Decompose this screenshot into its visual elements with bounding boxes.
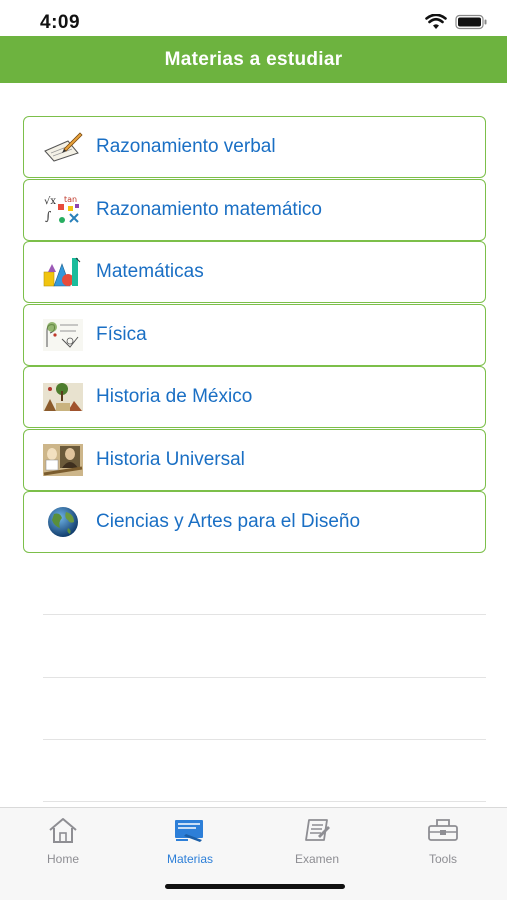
empty-row-separator xyxy=(43,801,486,802)
svg-text:√x: √x xyxy=(44,196,56,207)
subject-label: Física xyxy=(96,323,147,345)
subject-list: Razonamiento verbal √x ∫ tan Razonamient… xyxy=(23,116,486,554)
tab-label: Tools xyxy=(428,852,457,866)
empty-row-separator xyxy=(43,677,486,678)
subject-label: Historia de México xyxy=(96,386,253,407)
svg-text:∫: ∫ xyxy=(45,209,52,223)
pen-paper-icon xyxy=(42,129,84,165)
subject-row-razonamiento-verbal[interactable]: Razonamiento verbal xyxy=(23,116,486,178)
svg-text:tan: tan xyxy=(64,195,77,204)
subject-row-matematicas[interactable]: Matemáticas xyxy=(23,241,486,303)
home-icon xyxy=(46,816,80,849)
subject-label: Matemáticas xyxy=(96,261,204,282)
tab-materias[interactable]: Materias xyxy=(135,816,245,866)
materias-icon xyxy=(172,816,208,849)
subject-label: Razonamiento matemático xyxy=(96,198,322,220)
tab-tools[interactable]: Tools xyxy=(388,816,498,866)
exam-icon xyxy=(300,816,334,849)
empty-row-separator xyxy=(43,739,486,740)
home-indicator xyxy=(165,884,345,889)
world-history-icon xyxy=(42,442,84,478)
tab-home[interactable]: Home xyxy=(8,816,118,866)
globe-icon xyxy=(42,504,84,540)
tools-icon xyxy=(425,816,461,849)
tab-label: Home xyxy=(46,852,79,866)
tab-label: Materias xyxy=(166,852,213,866)
status-icons xyxy=(425,14,487,30)
status-time: 4:09 xyxy=(40,12,81,33)
physics-sketch-icon xyxy=(42,317,84,353)
tab-label: Examen xyxy=(294,852,340,866)
subject-row-razonamiento-matematico[interactable]: √x ∫ tan Razonamiento matemático xyxy=(23,178,486,241)
tab-examen[interactable]: Examen xyxy=(262,816,372,866)
geometric-shapes-icon xyxy=(42,254,84,290)
subject-row-historia-mexico[interactable]: Historia de México xyxy=(23,366,486,428)
subject-label: Ciencias y Artes para el Diseño xyxy=(96,511,361,532)
status-bar: 4:09 xyxy=(0,0,507,36)
mexico-history-icon xyxy=(42,379,84,415)
subject-row-ciencias-artes[interactable]: Ciencias y Artes para el Diseño xyxy=(23,491,486,553)
page-title: Materias a estudiar xyxy=(164,48,343,70)
subject-label: Razonamiento verbal xyxy=(96,136,276,157)
subject-row-historia-universal[interactable]: Historia Universal xyxy=(23,428,486,491)
battery-icon xyxy=(455,14,487,30)
empty-row-separator xyxy=(43,614,486,615)
subject-label: Historia Universal xyxy=(96,448,245,470)
math-formulas-icon: √x ∫ tan xyxy=(42,192,84,228)
nav-header: Materias a estudiar xyxy=(0,36,507,83)
wifi-icon xyxy=(425,14,447,30)
subject-row-fisica[interactable]: Física xyxy=(23,303,486,366)
